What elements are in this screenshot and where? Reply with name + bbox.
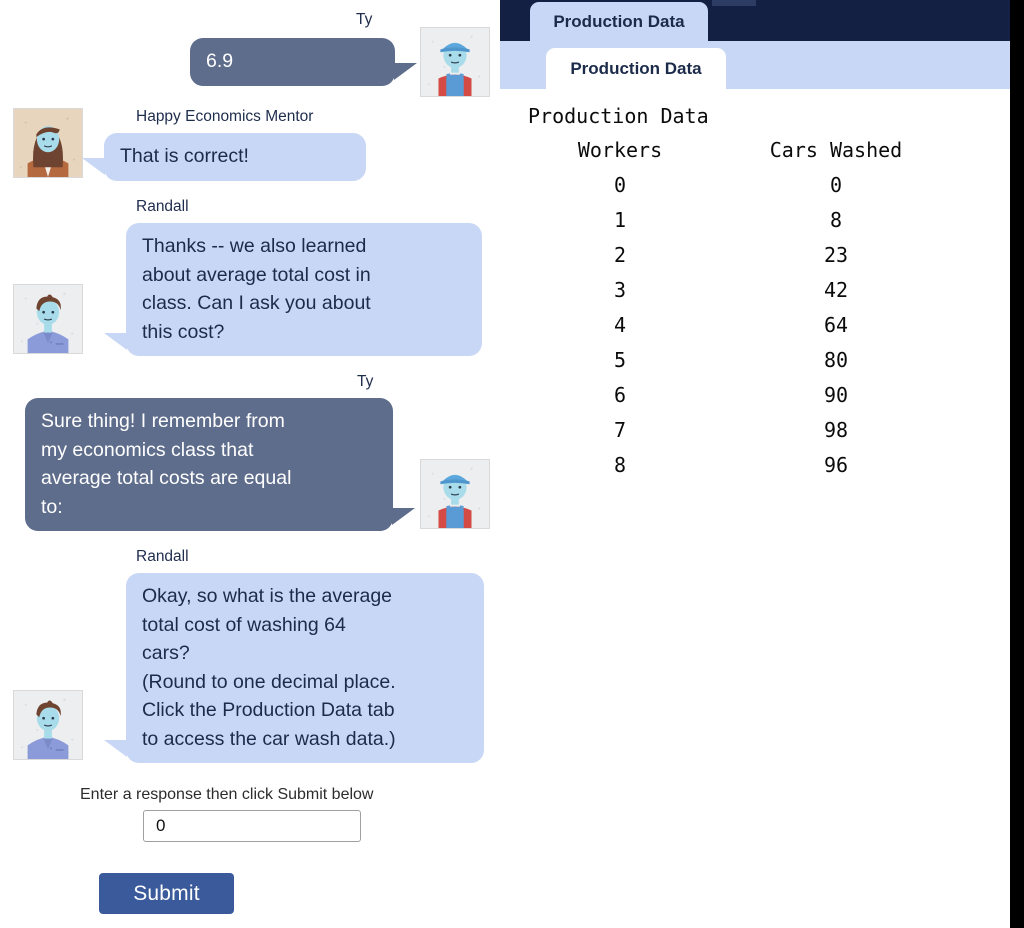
- table-row: 6 90: [520, 378, 952, 413]
- cell-workers: 6: [613, 383, 627, 407]
- table-row: 3 42: [520, 273, 952, 308]
- response-input[interactable]: [143, 810, 361, 842]
- speaker-name: Randall: [136, 548, 189, 565]
- cell-workers: 5: [613, 348, 627, 372]
- table-row: 1 8: [520, 203, 952, 238]
- chat-pane: Ty 6.9 Happy Economics Mentor That is co…: [0, 0, 500, 928]
- avatar: [13, 108, 83, 178]
- speaker-name: Ty: [356, 11, 373, 28]
- cell-workers: 8: [613, 453, 627, 477]
- chat-bubble: That is correct!: [82, 133, 366, 181]
- tab-overflow-marker: [712, 0, 756, 6]
- production-data-table: Production Data Workers Cars Washed 0 0 …: [520, 100, 952, 483]
- student-avatar: [14, 691, 82, 759]
- cell-cars-washed: 98: [823, 418, 849, 442]
- chat-bubble: 6.9: [190, 38, 417, 86]
- avatar: [420, 27, 490, 97]
- cell-cars-washed: 42: [823, 278, 849, 302]
- table-row: 7 98: [520, 413, 952, 448]
- vertical-scrollbar[interactable]: [1010, 0, 1024, 928]
- speaker-name: Ty: [357, 373, 374, 390]
- tab-production-data-outer[interactable]: Production Data: [530, 2, 708, 41]
- table-title: Production Data: [528, 104, 709, 128]
- cell-cars-washed: 96: [823, 453, 849, 477]
- cell-cars-washed: 90: [823, 383, 849, 407]
- table-row: 0 0: [520, 168, 952, 203]
- avatar: [420, 459, 490, 529]
- chat-bubble: Thanks -- we also learned about average …: [104, 223, 482, 356]
- mentor-avatar: [14, 109, 82, 177]
- tab-production-data-inner[interactable]: Production Data: [546, 48, 726, 89]
- cell-cars-washed: 80: [823, 348, 849, 372]
- response-prompt-label: Enter a response then click Submit below: [80, 786, 374, 803]
- cell-workers: 2: [613, 243, 627, 267]
- chat-bubble: Okay, so what is the average total cost …: [104, 573, 484, 763]
- table-row: 8 96: [520, 448, 952, 483]
- student-avatar: [14, 285, 82, 353]
- cell-workers: 1: [613, 208, 627, 232]
- column-header-workers: Workers: [577, 138, 663, 162]
- column-header-cars-washed: Cars Washed: [769, 138, 903, 162]
- outer-tab-bar: Production Data: [500, 0, 1010, 41]
- production-data-table-wrap: Production Data Workers Cars Washed 0 0 …: [500, 89, 1010, 483]
- cell-workers: 0: [613, 173, 627, 197]
- cell-workers: 3: [613, 278, 627, 302]
- table-header-row: Workers Cars Washed: [520, 133, 952, 168]
- worker-avatar: [421, 28, 489, 96]
- avatar: [13, 284, 83, 354]
- cell-workers: 4: [613, 313, 627, 337]
- chat-bubble: Sure thing! I remember from my economics…: [25, 398, 415, 531]
- inner-tab-bar: Production Data: [500, 41, 1010, 89]
- cell-cars-washed: 64: [823, 313, 849, 337]
- cell-cars-washed: 8: [829, 208, 843, 232]
- cell-workers: 7: [613, 418, 627, 442]
- speaker-name: Randall: [136, 198, 189, 215]
- worker-avatar: [421, 460, 489, 528]
- production-data-pane: Production Data Production Data Producti…: [500, 0, 1010, 928]
- avatar: [13, 690, 83, 760]
- speaker-name: Happy Economics Mentor: [136, 108, 314, 125]
- cell-cars-washed: 23: [823, 243, 849, 267]
- table-row: 4 64: [520, 308, 952, 343]
- submit-button[interactable]: Submit: [99, 873, 234, 914]
- cell-cars-washed: 0: [829, 173, 843, 197]
- table-row: 5 80: [520, 343, 952, 378]
- table-row: 2 23: [520, 238, 952, 273]
